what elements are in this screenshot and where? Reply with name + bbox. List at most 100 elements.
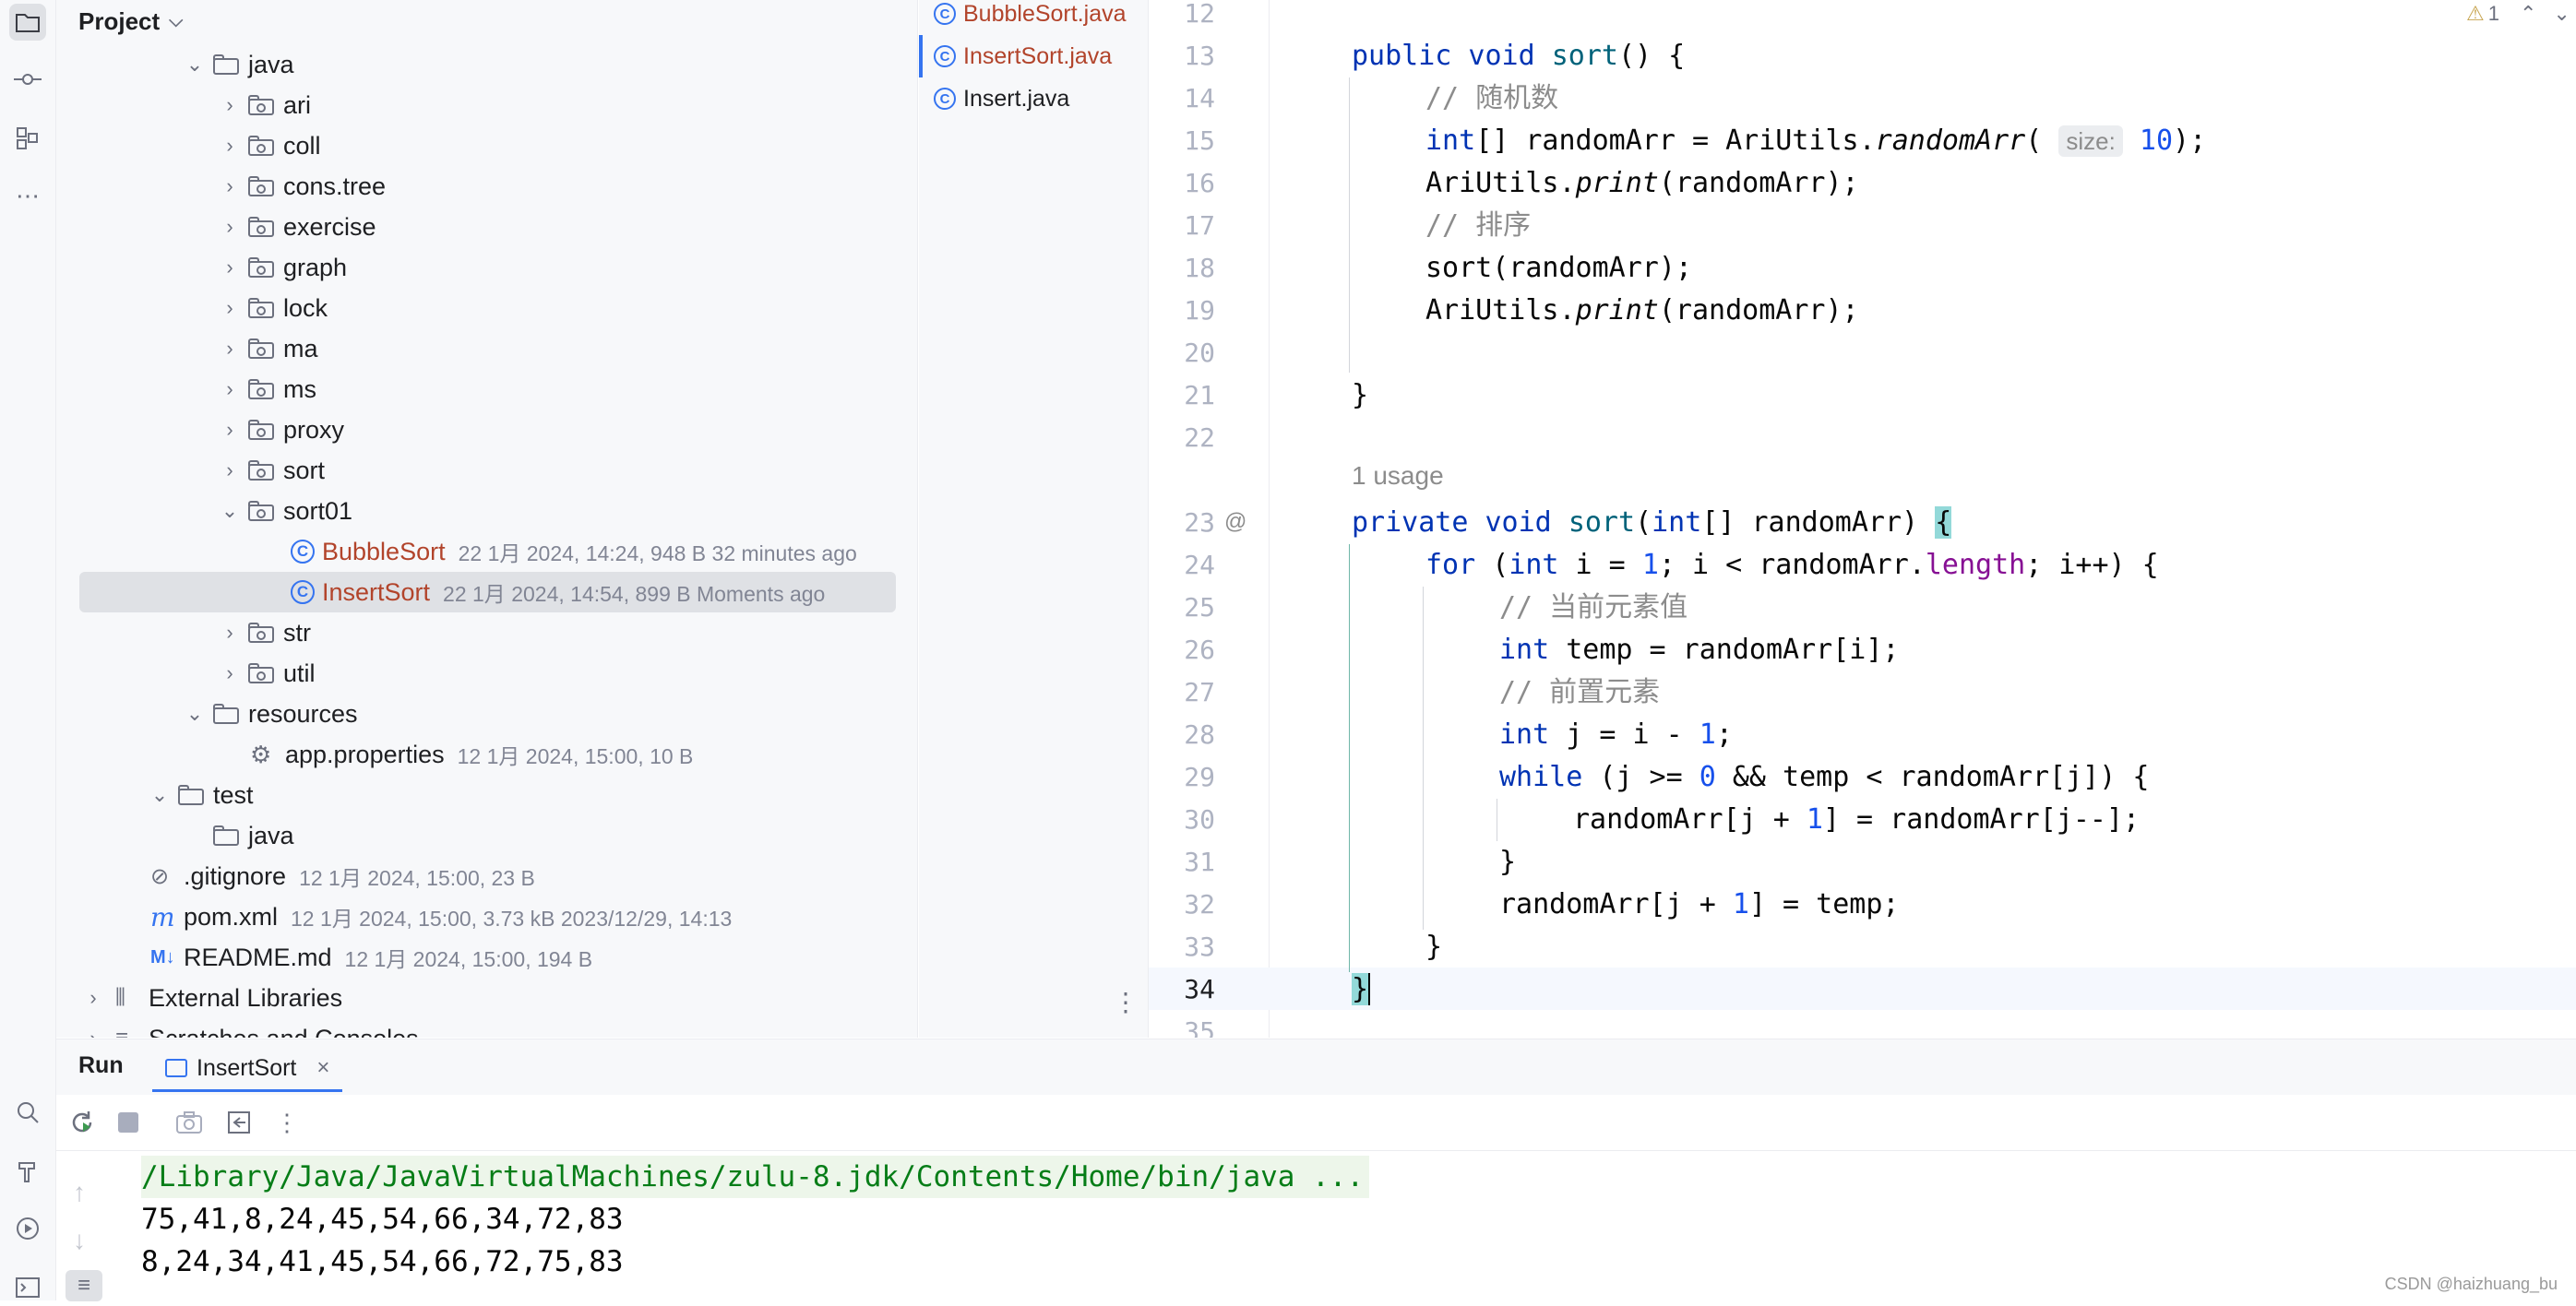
code-editor[interactable]: 12 13 14 15 16 17 18 19 20 21 22 23 24 2… — [1149, 0, 2576, 1038]
services-icon[interactable] — [9, 1210, 46, 1247]
code-line-16: AriUtils.print(randomArr); — [1425, 167, 1859, 199]
tree-file-pom[interactable]: m pom.xml 12 1月 2024, 15:00, 3.73 kB 202… — [150, 896, 732, 937]
build-icon[interactable] — [9, 1153, 46, 1190]
chevron-up-icon[interactable]: ⌃ — [2520, 2, 2536, 26]
project-folder-icon[interactable] — [9, 4, 46, 41]
run-tab-insertsort[interactable]: InsertSort × — [152, 1047, 343, 1092]
restore-layout-icon[interactable] — [222, 1106, 256, 1139]
tree-package-sort01[interactable]: ⌄ sort01 — [217, 491, 352, 531]
tree-class-insertsort[interactable]: C InsertSort 22 1月 2024, 14:54, 899 B Mo… — [79, 572, 896, 612]
tree-folder-test[interactable]: ⌄ test — [147, 775, 254, 815]
chevron-right-icon[interactable]: › — [217, 134, 243, 158]
tree-external-libraries[interactable]: › ⫴ External Libraries — [80, 978, 342, 1018]
chevron-down-icon[interactable]: ⌄ — [147, 783, 173, 807]
chevron-right-icon[interactable]: › — [217, 337, 243, 361]
tab-insert[interactable]: C Insert.java — [919, 77, 1148, 120]
run-header: Run InsertSort × — [56, 1039, 2576, 1096]
chevron-right-icon[interactable]: › — [217, 418, 243, 442]
line-number: 14 — [1184, 83, 1215, 113]
tree-package[interactable]: › proxy — [217, 410, 344, 450]
line-number: 32 — [1184, 889, 1215, 920]
code-line-27: // 前置元素 — [1499, 676, 1661, 708]
line-number: 19 — [1184, 295, 1215, 326]
package-icon — [248, 379, 276, 399]
chevron-right-icon[interactable]: › — [217, 377, 243, 401]
tree-folder-java[interactable]: ⌄ java — [182, 44, 294, 85]
tree-package[interactable]: › cons.tree — [217, 166, 386, 207]
tree-package[interactable]: › util — [217, 653, 316, 694]
line-number: 27 — [1184, 677, 1215, 707]
package-icon — [248, 95, 276, 115]
tree-package[interactable]: › ms — [217, 369, 316, 410]
chevron-down-icon: ⌵ — [169, 10, 184, 31]
chevron-right-icon[interactable]: › — [217, 458, 243, 482]
indent-guide — [1349, 77, 1350, 373]
tree-label: resources — [248, 699, 358, 728]
tree-folder-test-java[interactable]: java — [208, 815, 294, 856]
terminal-icon[interactable] — [9, 1269, 46, 1306]
tree-file-gitignore[interactable]: ⊘ .gitignore 12 1月 2024, 15:00, 23 B — [150, 856, 535, 896]
chevron-right-icon[interactable]: › — [217, 93, 243, 117]
close-icon[interactable]: × — [316, 1055, 329, 1081]
override-marker-icon[interactable]: @ — [1224, 509, 1246, 535]
tree-class-bubblesort[interactable]: C BubbleSort 22 1月 2024, 14:24, 948 B 32… — [285, 531, 857, 572]
commit-icon[interactable] — [9, 61, 46, 98]
chevron-down-icon[interactable]: ⌄ — [182, 702, 208, 726]
tree-label: .gitignore — [184, 861, 287, 890]
chevron-down-icon[interactable]: ⌄ — [182, 53, 208, 77]
line-number: 21 — [1184, 380, 1215, 410]
libraries-icon: ⫴ — [115, 983, 125, 1011]
tree-file-readme[interactable]: M↓ README.md 12 1月 2024, 15:00, 194 B — [150, 937, 592, 978]
chevron-right-icon[interactable]: › — [217, 174, 243, 198]
more-vertical-icon[interactable]: ⋮ — [270, 1106, 304, 1139]
tree-package[interactable]: › exercise — [217, 207, 376, 247]
chevron-down-icon[interactable]: ⌄ — [2553, 2, 2570, 26]
tree-package[interactable]: › str — [217, 612, 311, 653]
arrow-up-icon[interactable]: ↑ — [73, 1178, 86, 1207]
arrow-down-icon[interactable]: ↓ — [73, 1226, 86, 1255]
more-icon[interactable]: ⋯ — [9, 177, 46, 214]
soft-wrap-icon[interactable]: ≡ — [66, 1270, 102, 1301]
tabs-more-icon[interactable]: ⋮ — [1113, 987, 1139, 1017]
stop-icon[interactable] — [112, 1106, 145, 1139]
code-line-26: int temp = randomArr[i]; — [1499, 634, 1900, 666]
file-meta: 22 1月 2024, 14:24, 948 B 32 minutes ago — [458, 541, 857, 565]
code-line-19: AriUtils.print(randomArr); — [1425, 294, 1859, 326]
tree-label: java — [248, 821, 294, 849]
line-number: 22 — [1184, 422, 1215, 453]
structure-icon[interactable] — [9, 120, 46, 157]
tab-insertsort[interactable]: C InsertSort.java — [919, 35, 1148, 77]
chevron-right-icon[interactable]: › — [80, 986, 106, 1010]
tab-bubblesort[interactable]: C BubbleSort.java — [919, 0, 1148, 35]
chevron-right-icon[interactable]: › — [80, 1027, 106, 1038]
tree-label: util — [283, 659, 316, 687]
search-icon[interactable] — [9, 1094, 46, 1131]
tree-package[interactable]: › lock — [217, 288, 328, 328]
tree-package[interactable]: › ari — [217, 85, 311, 125]
chevron-right-icon[interactable]: › — [217, 255, 243, 279]
tree-label: ms — [283, 374, 316, 403]
chevron-right-icon[interactable]: › — [217, 296, 243, 320]
tree-label: ari — [283, 90, 312, 119]
maven-icon: m — [150, 901, 175, 932]
chevron-right-icon[interactable]: › — [217, 661, 243, 685]
tree-package[interactable]: › ma — [217, 328, 317, 369]
tree-package[interactable]: › sort — [217, 450, 325, 491]
tree-file-app-properties[interactable]: ⚙ app.properties 12 1月 2024, 15:00, 10 B — [250, 734, 693, 775]
project-panel-header[interactable]: Project ⌵ — [78, 4, 183, 39]
code-line-32: randomArr[j + 1] = temp; — [1499, 888, 1900, 920]
tree-package[interactable]: › coll — [217, 125, 320, 166]
camera-icon[interactable] — [173, 1106, 206, 1139]
tree-package[interactable]: › graph — [217, 247, 347, 288]
inspection-widget[interactable]: ⚠ 1 ⌃ ⌄ — [2466, 2, 2570, 26]
usage-hint[interactable]: 1 usage — [1352, 461, 1444, 491]
chevron-right-icon[interactable]: › — [217, 621, 243, 645]
scratches-icon: ≡ — [115, 1026, 143, 1038]
file-meta: 12 1月 2024, 15:00, 3.73 kB 2023/12/29, 1… — [291, 907, 733, 931]
chevron-right-icon[interactable]: › — [217, 215, 243, 239]
rerun-icon[interactable] — [66, 1106, 99, 1139]
chevron-down-icon[interactable]: ⌄ — [217, 499, 243, 523]
line-number: 28 — [1184, 719, 1215, 750]
tree-folder-resources[interactable]: ⌄ resources — [182, 694, 358, 734]
tree-scratches[interactable]: › ≡ Scratches and Consoles — [80, 1018, 418, 1039]
